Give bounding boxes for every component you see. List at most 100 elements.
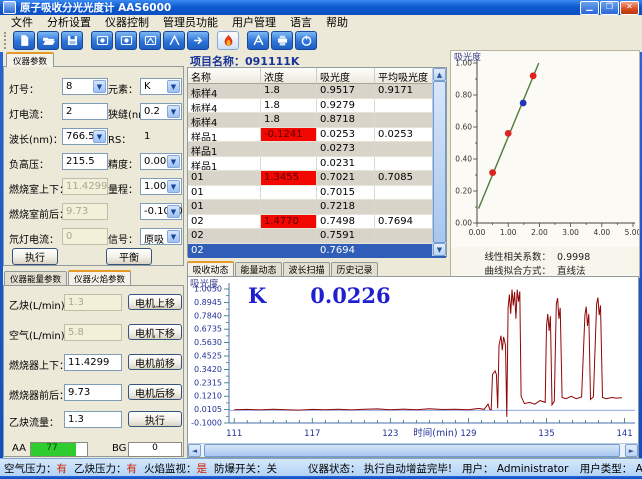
dynamics-horizontal-scrollbar[interactable]: ◄► xyxy=(188,443,638,457)
motor-backward-button[interactable]: 电机后移 xyxy=(128,384,182,400)
chevron-down-icon[interactable]: ▼ xyxy=(93,130,106,143)
chevron-down-icon[interactable]: ▼ xyxy=(167,105,180,118)
svg-text:吸光度: 吸光度 xyxy=(190,278,219,290)
column-header-2[interactable]: 吸光度 xyxy=(317,68,375,84)
range-low-select[interactable]: -0.1000▼ xyxy=(140,203,182,220)
cell-absorbance: 0.7021 xyxy=(317,171,375,186)
column-header-1[interactable]: 浓度 xyxy=(261,68,317,84)
auto-gain-button[interactable] xyxy=(187,31,209,50)
lamp-current-field[interactable]: 2 xyxy=(62,103,108,120)
motor-up-button[interactable]: 电机上移 xyxy=(128,294,182,310)
hollow-cathode-lamp-button[interactable] xyxy=(91,31,113,50)
energy-meter-icon xyxy=(144,34,157,47)
instrument-status: 仪器状态： 执行自动增益完毕! xyxy=(308,461,452,476)
scroll-thumb[interactable] xyxy=(204,444,620,457)
cell-absorbance: 0.0253 xyxy=(317,128,375,143)
maximize-button[interactable]: ❐ xyxy=(600,1,619,15)
printer-button[interactable] xyxy=(271,31,293,50)
scroll-left-arrow[interactable]: ◄ xyxy=(188,444,201,457)
ignite-flame-button[interactable] xyxy=(217,31,239,50)
autosampler-button[interactable] xyxy=(247,31,269,50)
menu-item-5[interactable]: 语言 xyxy=(283,14,319,30)
chevron-down-icon[interactable]: ▼ xyxy=(167,230,180,243)
slit-select[interactable]: 0.2▼ xyxy=(140,103,182,120)
lamp-no-select[interactable]: 8▼ xyxy=(62,78,108,95)
precision-select[interactable]: 0.0000▼ xyxy=(140,153,182,170)
energy-meter-button[interactable] xyxy=(139,31,161,50)
signal-mode-select[interactable]: 原吸▼ xyxy=(140,228,182,245)
air-lmin-field: 5.8 xyxy=(64,324,122,341)
tab-dynamics-1[interactable]: 能量动态 xyxy=(235,262,282,276)
table-row[interactable]: 标样41.80.95170.9171 xyxy=(188,84,446,99)
table-row[interactable]: 020.7591 xyxy=(188,229,446,244)
cell-name: 02 xyxy=(188,215,261,230)
chevron-down-icon[interactable]: ▼ xyxy=(167,155,180,168)
power-button[interactable] xyxy=(295,31,317,50)
status-item-label: 防爆开关： xyxy=(214,463,267,475)
chevron-down-icon[interactable]: ▼ xyxy=(167,205,180,218)
cell-name: 02 xyxy=(188,229,261,244)
table-row[interactable]: 010.7015 xyxy=(188,186,446,201)
burner-updown-field[interactable]: 11.4299 xyxy=(64,354,122,371)
table-row[interactable]: 011.34550.70210.7085 xyxy=(188,171,446,186)
cell-name: 样品1 xyxy=(188,128,261,143)
balance-button[interactable]: 平衡 xyxy=(106,248,152,265)
range-high-select[interactable]: 1.0050▼ xyxy=(140,178,182,195)
tab-dynamics-3[interactable]: 历史记录 xyxy=(331,262,378,276)
menu-item-0[interactable]: 文件 xyxy=(4,14,40,30)
table-row[interactable]: 021.47700.74980.7694 xyxy=(188,215,446,230)
table-row[interactable]: 样品10.0273 xyxy=(188,142,446,157)
app-icon xyxy=(3,1,16,14)
motor-down-button[interactable]: 电机下移 xyxy=(128,324,182,340)
table-row[interactable]: 020.7694 xyxy=(188,244,446,259)
svg-text:时间(min): 时间(min) xyxy=(413,427,457,439)
tab-flame-1[interactable]: 仪器火焰参数 xyxy=(68,270,131,285)
menu-item-3[interactable]: 管理员功能 xyxy=(156,14,225,30)
chevron-down-icon[interactable]: ▼ xyxy=(167,80,180,93)
scroll-thumb[interactable] xyxy=(433,81,446,243)
acetylene-flow-field[interactable]: 1.3 xyxy=(64,411,122,428)
stat-label: 曲线拟合方式： xyxy=(469,263,551,277)
table-row[interactable]: 样品1-0.12410.02530.0253 xyxy=(188,128,446,143)
wavelength-select[interactable]: 766.5▼ xyxy=(62,128,108,145)
table-row[interactable]: 标样41.80.9279 xyxy=(188,99,446,114)
minimize-button[interactable]: ▁ xyxy=(580,1,599,15)
scroll-down-arrow[interactable]: ▼ xyxy=(433,243,446,256)
cell-absorbance: 0.7694 xyxy=(317,244,375,259)
new-file-button[interactable] xyxy=(13,31,35,50)
tab-dynamics-0[interactable]: 吸收动态 xyxy=(187,261,234,276)
table-row[interactable]: 010.7218 xyxy=(188,200,446,215)
table-vertical-scrollbar[interactable]: ▲▼ xyxy=(432,68,446,256)
printer-icon xyxy=(276,34,289,47)
menu-item-6[interactable]: 帮助 xyxy=(319,14,355,30)
cell-name: 01 xyxy=(188,186,261,201)
column-header-0[interactable]: 名称 xyxy=(188,68,261,84)
aa-label: AA xyxy=(12,443,26,454)
scroll-right-arrow[interactable]: ► xyxy=(625,444,638,457)
menu-item-2[interactable]: 仪器控制 xyxy=(98,14,156,30)
element-select[interactable]: K▼ xyxy=(140,78,182,95)
table-row[interactable]: 样品10.0231 xyxy=(188,157,446,172)
deuterium-lamp-button[interactable] xyxy=(115,31,137,50)
lamp-current-label: 灯电流： xyxy=(9,106,49,121)
cell-avg-absorbance xyxy=(375,244,433,259)
wavelength-scan-button[interactable] xyxy=(163,31,185,50)
open-file-button[interactable] xyxy=(37,31,59,50)
chevron-down-icon[interactable]: ▼ xyxy=(93,80,106,93)
tab-dynamics-2[interactable]: 波长扫描 xyxy=(283,262,330,276)
tab-instrument-params[interactable]: 仪器参数 xyxy=(6,52,54,67)
table-row[interactable]: 标样41.80.8718 xyxy=(188,113,446,128)
save-button[interactable] xyxy=(61,31,83,50)
scroll-up-arrow[interactable]: ▲ xyxy=(433,68,446,81)
menu-item-1[interactable]: 分析设置 xyxy=(40,14,98,30)
column-header-3[interactable]: 平均吸光度 xyxy=(375,68,433,84)
flame-execute-button[interactable]: 执行 xyxy=(128,411,182,427)
chevron-down-icon[interactable]: ▼ xyxy=(167,180,180,193)
burner-frontback-field[interactable]: 9.73 xyxy=(64,384,122,401)
negative-high-voltage-field[interactable]: 215.5 xyxy=(62,153,108,170)
execute-button[interactable]: 执行 xyxy=(12,248,58,265)
motor-forward-button[interactable]: 电机前移 xyxy=(128,354,182,370)
menu-item-4[interactable]: 用户管理 xyxy=(225,14,283,30)
tab-flame-0[interactable]: 仪器能量参数 xyxy=(4,271,67,285)
close-button[interactable]: ✕ xyxy=(620,1,639,15)
